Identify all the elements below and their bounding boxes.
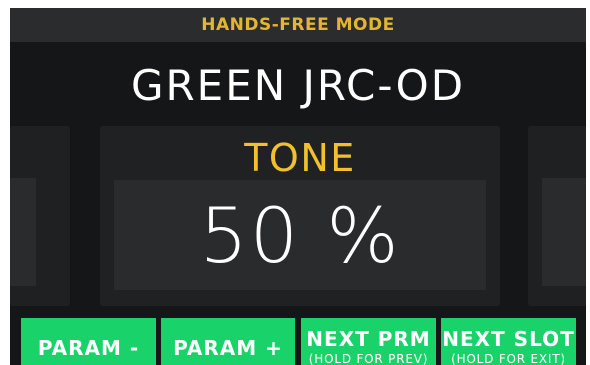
next-slot-label: NEXT SLOT [442, 327, 575, 351]
next-param-button[interactable]: NEXT PRM (HOLD FOR PREV) [301, 318, 436, 365]
hands-free-screen: HANDS-FREE MODE GREEN JRC-OD TONE 50 % P… [10, 8, 586, 365]
next-parameter-value-box [542, 178, 586, 286]
param-plus-button[interactable]: PARAM + [161, 318, 295, 365]
model-name: GREEN JRC-OD [130, 61, 466, 110]
previous-parameter-panel[interactable] [10, 126, 70, 306]
next-parameter-panel[interactable] [528, 126, 586, 306]
next-param-sublabel: (HOLD FOR PREV) [308, 352, 429, 365]
param-plus-label: PARAM + [173, 336, 283, 360]
previous-parameter-value-box [10, 178, 36, 286]
mode-title: HANDS-FREE MODE [201, 15, 395, 35]
current-parameter-panel[interactable]: TONE 50 % [100, 126, 500, 306]
next-param-label: NEXT PRM [306, 327, 431, 351]
parameter-value: 50 % [199, 190, 401, 280]
parameter-value-box: 50 % [114, 180, 486, 290]
header-bar: HANDS-FREE MODE [10, 8, 586, 42]
param-minus-label: PARAM - [37, 336, 140, 360]
next-slot-button[interactable]: NEXT SLOT (HOLD FOR EXIT) [441, 318, 576, 365]
next-slot-sublabel: (HOLD FOR EXIT) [451, 352, 566, 365]
parameter-name: TONE [244, 136, 356, 180]
param-minus-button[interactable]: PARAM - [21, 318, 156, 365]
